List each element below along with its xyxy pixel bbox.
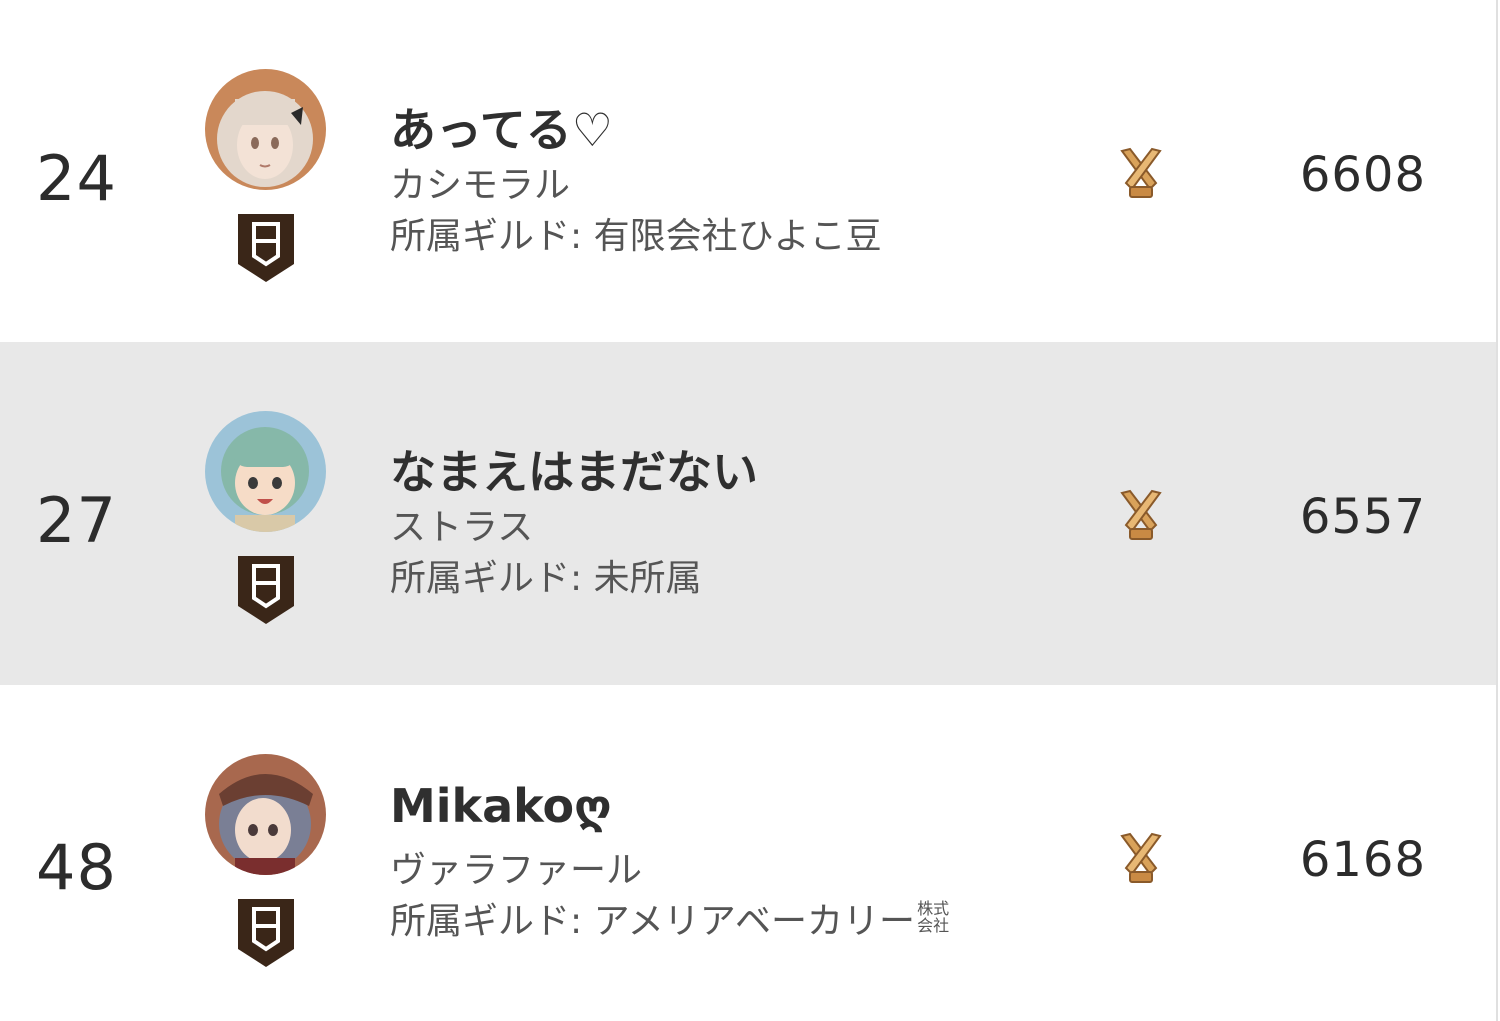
player-avatar[interactable] — [205, 411, 326, 532]
rank-number: 27 — [36, 484, 117, 557]
ranking-list: 24 あってる♡ カシモラル 所属ギルド: 有限会社ひよこ豆 6608 27 な… — [0, 0, 1500, 1021]
character-name: カシモラル — [390, 165, 571, 206]
character-name: ヴァラファール — [390, 850, 643, 891]
guild-label: 所属ギルド: — [390, 216, 594, 257]
crossed-swords-icon — [1120, 147, 1162, 198]
guild-line: 所属ギルド: 有限会社ひよこ豆 — [390, 207, 882, 259]
guild-name[interactable]: 有限会社ひよこ豆 — [594, 216, 882, 257]
crossed-swords-icon — [1120, 489, 1162, 540]
guild-label: 所属ギルド: — [390, 558, 594, 599]
rank-number: 48 — [36, 831, 117, 904]
score-value: 6608 — [1299, 147, 1426, 203]
shield-rank-icon — [238, 556, 294, 624]
guild-name[interactable]: アメリアベーカリー — [594, 901, 915, 942]
player-avatar[interactable] — [205, 754, 326, 875]
ranking-row[interactable]: 48 Mikakoღ ヴァラファール 所属ギルド: アメリアベーカリー株式会社 — [0, 685, 1498, 1021]
player-name: Mikakoღ — [390, 779, 612, 833]
ranking-row[interactable]: 27 なまえはまだない ストラス 所属ギルド: 未所属 6557 — [0, 342, 1498, 685]
rank-number: 24 — [36, 142, 117, 215]
score-value: 6168 — [1299, 832, 1426, 888]
crossed-swords-icon — [1120, 832, 1162, 883]
player-avatar[interactable] — [205, 69, 326, 190]
guild-line: 所属ギルド: アメリアベーカリー 株式会社 — [390, 892, 951, 944]
guild-suffix: 株式会社 — [917, 899, 950, 935]
ranking-row[interactable]: 24 あってる♡ カシモラル 所属ギルド: 有限会社ひよこ豆 6608 — [0, 0, 1498, 342]
score-value: 6557 — [1299, 489, 1426, 545]
guild-label: 所属ギルド: — [390, 901, 594, 942]
shield-rank-icon — [238, 214, 294, 282]
character-name: ストラス — [390, 507, 534, 548]
player-name: あってる♡ — [390, 103, 613, 157]
player-name: なまえはまだない — [390, 445, 758, 499]
guild-name: 未所属 — [593, 558, 702, 599]
shield-rank-icon — [238, 899, 294, 967]
guild-line: 所属ギルド: 未所属 — [390, 549, 702, 601]
